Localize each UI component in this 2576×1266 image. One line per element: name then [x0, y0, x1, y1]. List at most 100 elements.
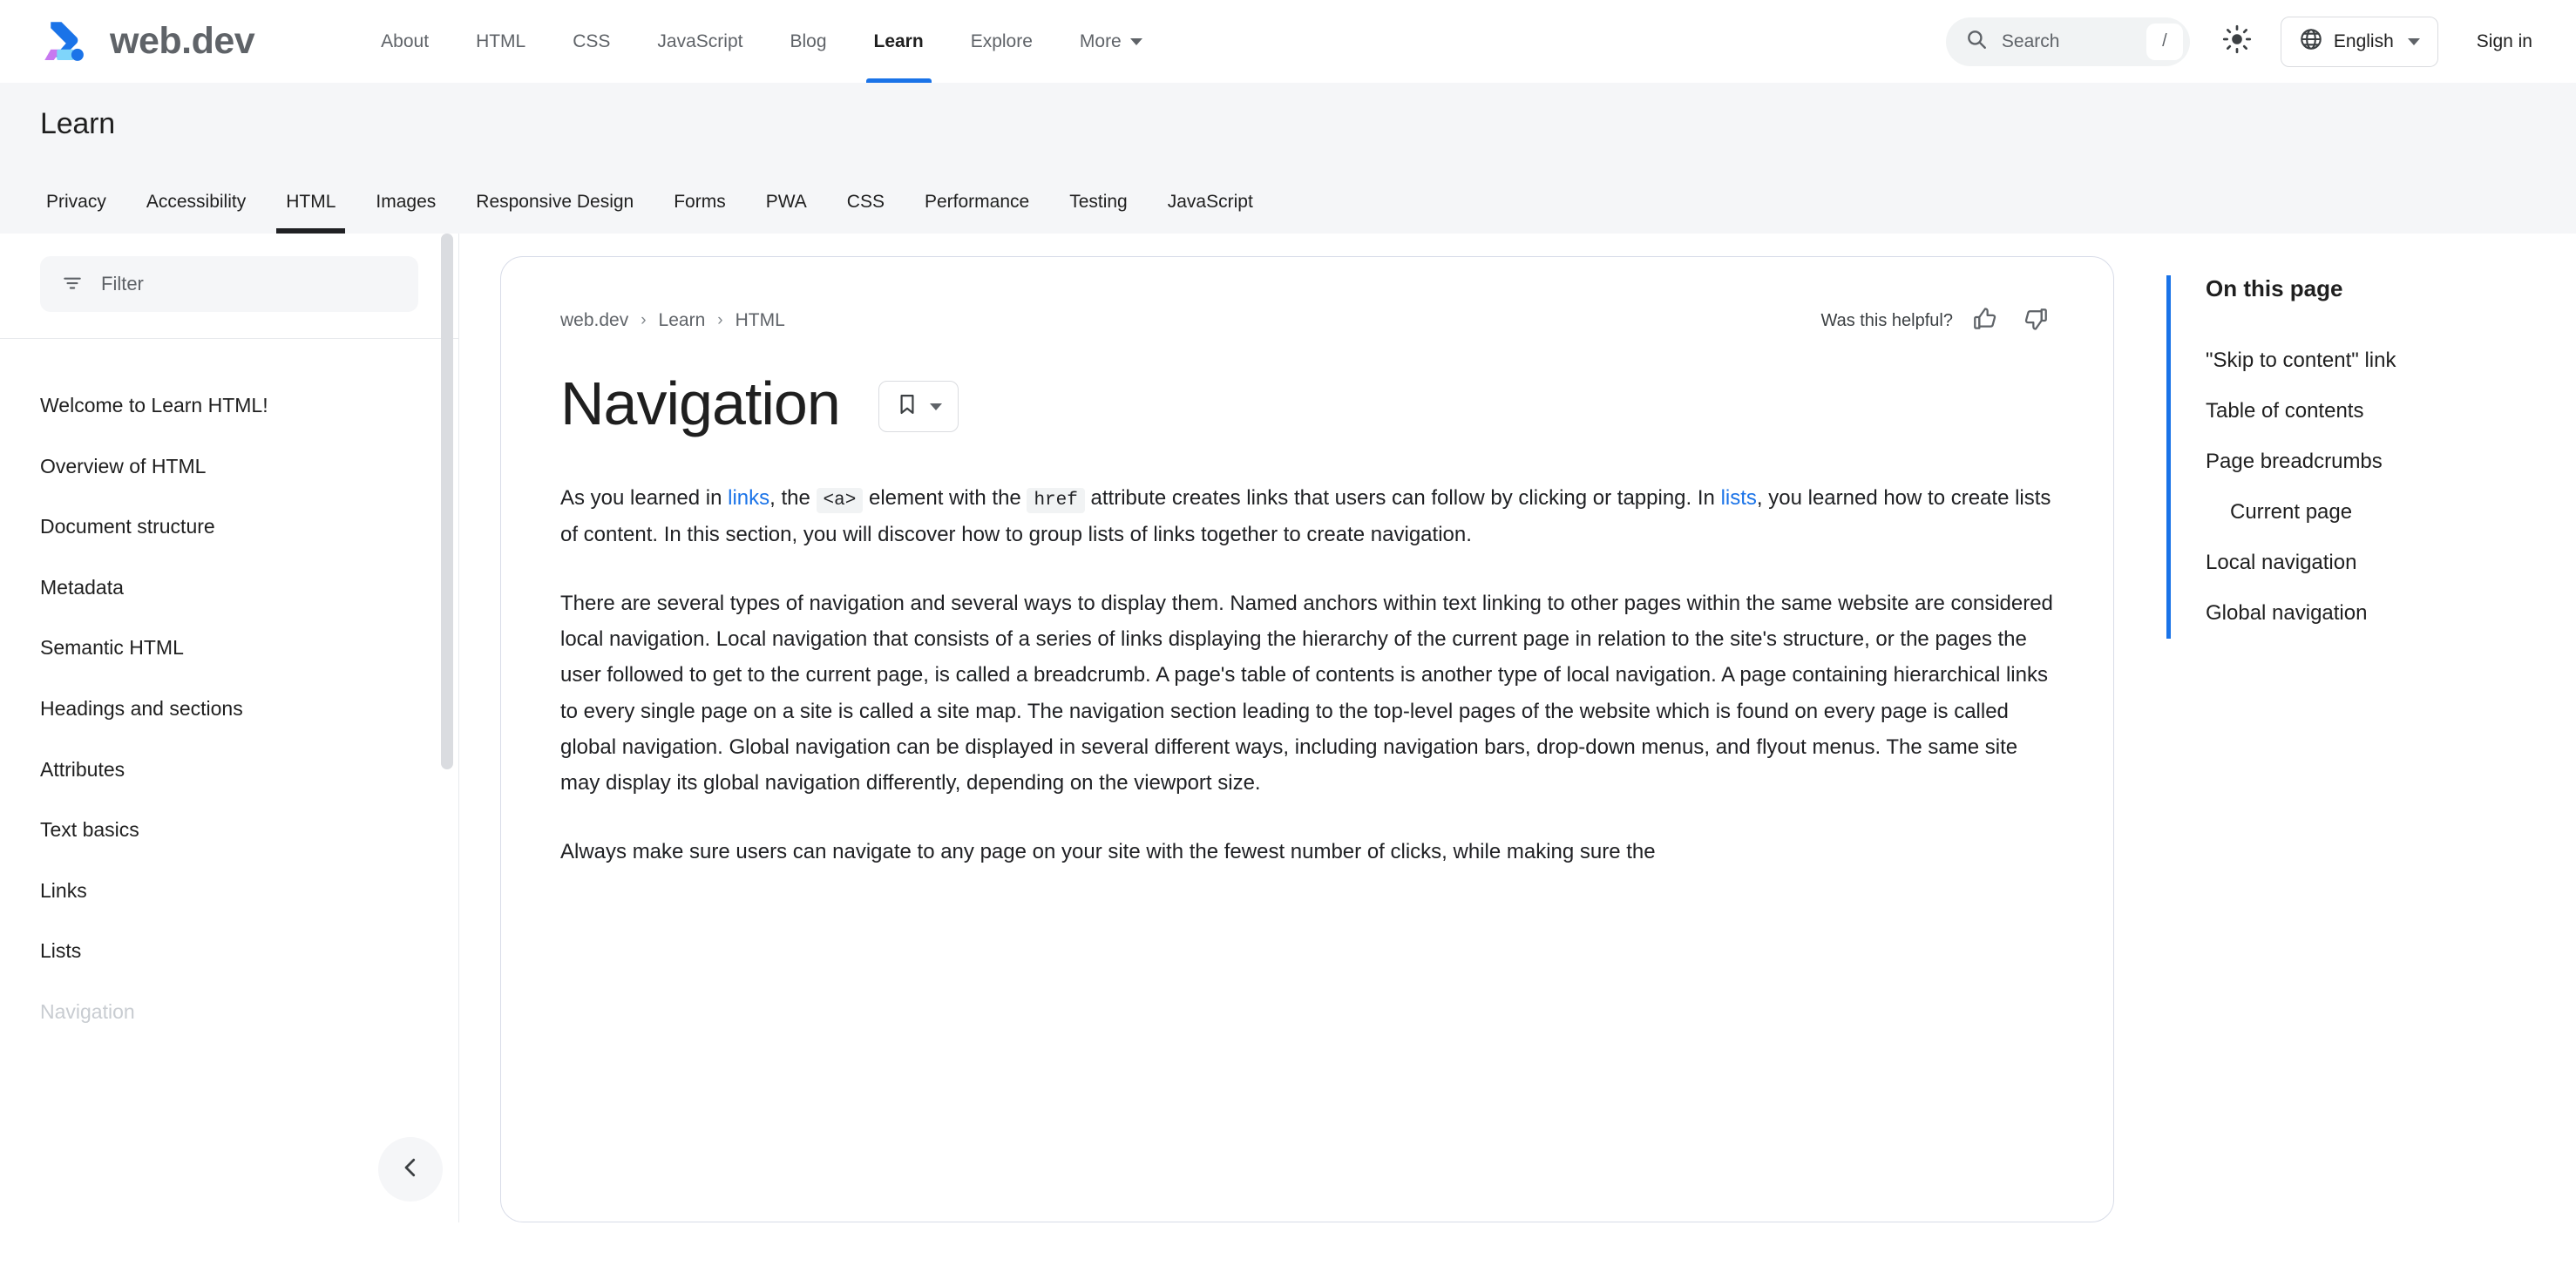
- filter-input[interactable]: Filter: [40, 256, 418, 312]
- sidebar-item-label: Overview of HTML: [40, 454, 207, 477]
- sidebar-item-welcome[interactable]: Welcome to Learn HTML!: [0, 376, 458, 437]
- sidebar-item-lists[interactable]: Lists: [0, 921, 458, 982]
- tab-css[interactable]: CSS: [827, 192, 905, 234]
- tab-label: Images: [376, 192, 437, 212]
- title-row: Navigation: [560, 371, 2054, 437]
- page-body: Filter Welcome to Learn HTML! Overview o…: [0, 234, 2576, 1222]
- breadcrumb-item-html[interactable]: HTML: [736, 310, 785, 331]
- tab-responsive-design[interactable]: Responsive Design: [456, 192, 654, 234]
- sign-in-button[interactable]: Sign in: [2470, 23, 2539, 61]
- nav-item-javascript[interactable]: JavaScript: [634, 0, 766, 83]
- chevron-left-icon: [397, 1154, 424, 1185]
- thumb-up-button[interactable]: [1967, 302, 2003, 339]
- sidebar-item-text-basics[interactable]: Text basics: [0, 800, 458, 861]
- inline-code-anchor-tag: <a>: [816, 487, 864, 513]
- tab-javascript[interactable]: JavaScript: [1148, 192, 1273, 234]
- on-this-page-panel: On this page "Skip to content" link Tabl…: [2166, 256, 2576, 1222]
- breadcrumb-item-learn[interactable]: Learn: [659, 310, 706, 331]
- nav-item-blog[interactable]: Blog: [766, 0, 850, 83]
- nav-label: About: [381, 30, 430, 51]
- breadcrumb-item-webdev[interactable]: web.dev: [560, 310, 628, 331]
- tab-label: Performance: [924, 192, 1030, 212]
- nav-label: Blog: [790, 30, 827, 51]
- tab-label: Responsive Design: [476, 192, 634, 212]
- inline-link-lists[interactable]: lists: [1721, 486, 1757, 510]
- thumb-down-button[interactable]: [2017, 302, 2054, 339]
- tab-label: PWA: [765, 192, 807, 212]
- tab-privacy[interactable]: Privacy: [26, 192, 126, 234]
- site-header: web.dev About HTML CSS JavaScript Blog L…: [0, 0, 2576, 83]
- nav-item-more[interactable]: More: [1056, 0, 1166, 83]
- learn-subheader: Learn Privacy Accessibility HTML Images …: [0, 83, 2576, 234]
- filter-placeholder: Filter: [101, 273, 144, 294]
- tab-label: Forms: [674, 192, 726, 212]
- toc-inner: On this page "Skip to content" link Tabl…: [2166, 275, 2541, 639]
- toc-item-label: Table of contents: [2206, 399, 2364, 423]
- learn-tabs: Privacy Accessibility HTML Images Respon…: [0, 166, 2576, 234]
- course-sidebar: Filter Welcome to Learn HTML! Overview o…: [0, 234, 459, 1222]
- sidebar-item-label: Navigation: [40, 999, 135, 1023]
- tab-accessibility[interactable]: Accessibility: [126, 192, 266, 234]
- paragraph-2: There are several types of navigation an…: [560, 586, 2054, 802]
- nav-label: Explore: [970, 30, 1033, 51]
- article-card: web.dev › Learn › HTML Was this helpful?: [500, 256, 2114, 1222]
- toc-item-table-of-contents[interactable]: Table of contents: [2206, 386, 2541, 437]
- toc-item-current-page[interactable]: Current page: [2206, 487, 2541, 538]
- nav-label: JavaScript: [657, 30, 743, 51]
- learn-section-title: Learn: [40, 107, 115, 140]
- tab-performance[interactable]: Performance: [905, 192, 1049, 234]
- language-selector[interactable]: English: [2280, 16, 2438, 67]
- paragraph-3: Always make sure users can navigate to a…: [560, 834, 2054, 870]
- text-fragment: Always make sure users can navigate to a…: [560, 840, 1656, 864]
- bookmark-button[interactable]: [878, 381, 959, 433]
- chevron-down-icon: [2407, 37, 2420, 45]
- brand-home-link[interactable]: web.dev: [40, 17, 255, 66]
- tab-label: Accessibility: [146, 192, 247, 212]
- nav-item-html[interactable]: HTML: [452, 0, 549, 83]
- breadcrumb: web.dev › Learn › HTML: [560, 310, 785, 331]
- toc-item-label: Current page: [2230, 500, 2353, 524]
- sidebar-item-navigation[interactable]: Navigation: [0, 982, 458, 1043]
- paragraph-1: As you learned in links, the <a> element…: [560, 480, 2054, 552]
- nav-item-about[interactable]: About: [357, 0, 452, 83]
- main-content-area: web.dev › Learn › HTML Was this helpful?: [459, 234, 2576, 1222]
- sidebar-item-links[interactable]: Links: [0, 861, 458, 922]
- tab-label: JavaScript: [1167, 192, 1253, 212]
- toc-title: On this page: [2206, 275, 2343, 301]
- text-fragment: There are several types of navigation an…: [560, 591, 2053, 795]
- sidebar-item-document-structure[interactable]: Document structure: [0, 497, 458, 558]
- tab-label: HTML: [286, 192, 336, 212]
- toc-item-local-navigation[interactable]: Local navigation: [2206, 538, 2541, 588]
- toc-item-skip-to-content-link[interactable]: "Skip to content" link: [2206, 335, 2541, 386]
- tab-html[interactable]: HTML: [266, 192, 356, 234]
- search-input[interactable]: Search /: [1945, 17, 2190, 66]
- sidebar-item-attributes[interactable]: Attributes: [0, 740, 458, 801]
- nav-item-css[interactable]: CSS: [549, 0, 634, 83]
- text-fragment: element with the: [863, 485, 1027, 510]
- filter-wrapper: Filter: [0, 234, 458, 338]
- tab-testing[interactable]: Testing: [1049, 192, 1148, 234]
- nav-item-explore[interactable]: Explore: [947, 0, 1056, 83]
- sidebar-collapse-button[interactable]: [378, 1137, 443, 1202]
- inline-link-links[interactable]: links: [728, 486, 769, 510]
- sun-icon: [2222, 24, 2252, 58]
- tab-pwa[interactable]: PWA: [746, 192, 827, 234]
- theme-toggle-button[interactable]: [2209, 14, 2265, 70]
- nav-item-learn[interactable]: Learn: [851, 0, 947, 83]
- thumb-up-icon: [1971, 305, 1999, 337]
- sidebar-scrollbar[interactable]: [441, 234, 453, 769]
- sidebar-item-label: Headings and sections: [40, 696, 243, 720]
- sidebar-item-label: Document structure: [40, 515, 215, 538]
- sidebar-item-semantic-html[interactable]: Semantic HTML: [0, 618, 458, 679]
- sidebar-item-metadata[interactable]: Metadata: [0, 558, 458, 619]
- nav-label: CSS: [573, 30, 611, 51]
- bookmark-icon: [895, 392, 919, 421]
- sidebar-item-overview[interactable]: Overview of HTML: [0, 437, 458, 498]
- tab-forms[interactable]: Forms: [654, 192, 746, 234]
- toc-item-label: "Skip to content" link: [2206, 349, 2396, 372]
- sidebar-item-label: Metadata: [40, 575, 124, 599]
- toc-item-global-navigation[interactable]: Global navigation: [2206, 588, 2541, 639]
- sidebar-item-headings-and-sections[interactable]: Headings and sections: [0, 679, 458, 740]
- tab-images[interactable]: Images: [356, 192, 456, 234]
- toc-item-page-breadcrumbs[interactable]: Page breadcrumbs: [2206, 437, 2541, 487]
